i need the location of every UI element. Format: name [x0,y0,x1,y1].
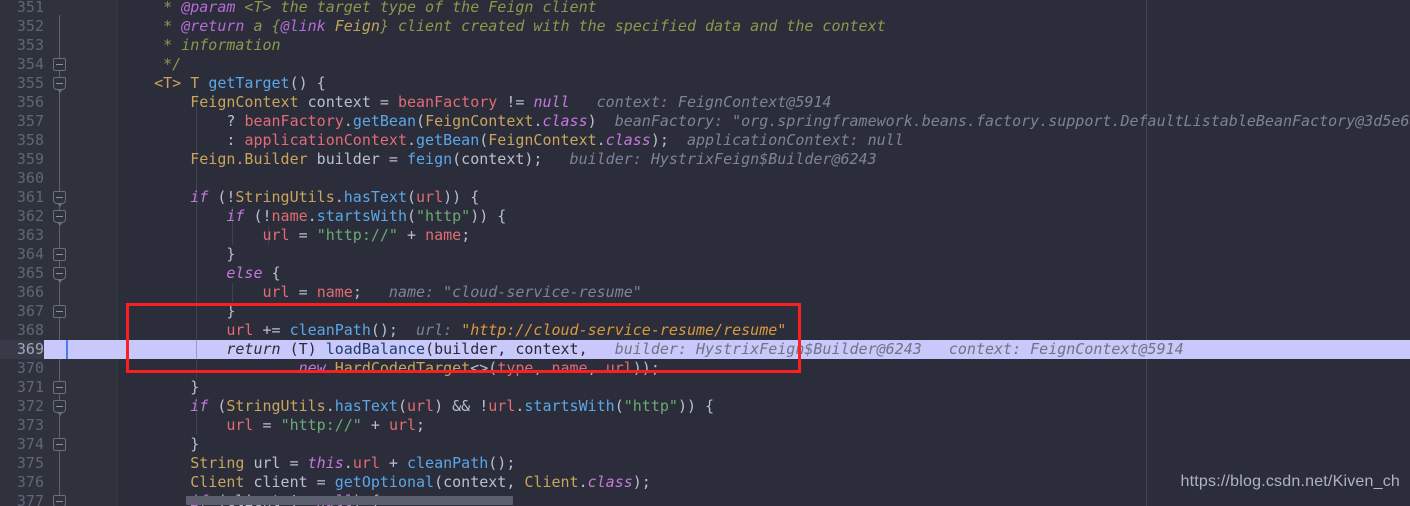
editor-line[interactable]: 356 FeignContext context = beanFactory !… [0,93,1410,113]
editor-line-highlighted[interactable]: 369 return (T) loadBalance(builder, cont… [0,340,1410,360]
line-content: return (T) loadBalance(builder, context,… [226,340,1184,358]
editor-line[interactable]: 359 Feign.Builder builder = feign(contex… [0,150,1410,170]
line-number: 372 [16,397,44,415]
line-content: url = "http://" + url; [226,416,426,434]
editor-line[interactable]: 371 } [0,378,1410,397]
line-number: 360 [16,169,44,187]
watermark-text: https://blog.csdn.net/Kiven_ch [1180,473,1400,490]
line-number: 359 [16,150,44,168]
line-content: if (!name.startsWith("http")) { [226,207,507,225]
line-number: 357 [16,112,44,130]
line-number: 365 [16,264,44,282]
line-number: 366 [16,283,44,301]
editor-line[interactable]: 373 url = "http://" + url; [0,416,1410,436]
line-number: 358 [16,131,44,149]
line-number: 355 [16,74,44,92]
line-content: } [118,378,200,396]
horizontal-scrollbar-thumb[interactable] [186,496,513,505]
line-number: 375 [16,454,44,472]
editor-line[interactable]: 363 url = "http://" + name; [0,226,1410,246]
editor-line[interactable]: 362 if (!name.startsWith("http")) { [0,207,1410,227]
line-content: <T> T getTarget() { [154,74,326,92]
line-content: if (StringUtils.hasText(url) && !url.sta… [190,397,715,415]
line-content: * information [118,36,281,54]
fold-marker-icon[interactable] [53,77,66,93]
editor-line[interactable]: 365 else { [0,264,1410,284]
fold-marker-icon[interactable] [53,248,66,261]
line-content: } [118,435,200,453]
line-number: 374 [16,435,44,453]
line-number: 368 [16,321,44,339]
editor-line[interactable]: 358 : applicationContext.getBean(FeignCo… [0,131,1410,151]
fold-marker-icon[interactable] [53,58,66,71]
line-content: */ [118,55,182,73]
line-content: } [118,302,236,320]
editor-line[interactable]: 375 String url = this.url + cleanPath(); [0,454,1410,473]
line-content: FeignContext context = beanFactory != nu… [190,93,832,111]
line-number: 370 [16,359,44,377]
line-content: Client client = getOptional(context, Cli… [190,473,651,491]
editor-line[interactable]: 364 } [0,245,1410,265]
fold-marker-icon[interactable] [53,381,66,394]
line-content: String url = this.url + cleanPath(); [190,454,516,472]
line-number: 377 [16,492,44,506]
line-number: 351 [16,0,44,16]
fold-marker-icon[interactable] [53,400,66,416]
editor-line[interactable]: 355 <T> T getTarget() { [0,74,1410,93]
editor-line[interactable]: 352 * @return a {@link Feign} client cre… [0,17,1410,36]
line-number: 352 [16,17,44,35]
indent-guide [196,169,197,189]
fold-marker-icon[interactable] [53,267,66,283]
line-number: 356 [16,93,44,111]
editor-line[interactable]: 367 } [0,302,1410,322]
editor-line[interactable]: 354 */ [0,55,1410,74]
editor-line[interactable]: 357 ? beanFactory.getBean(FeignContext.c… [0,112,1410,132]
line-number: 376 [16,473,44,491]
fold-marker-icon[interactable] [53,305,66,318]
line-number: 371 [16,378,44,396]
line-content: new HardCodedTarget<>(type, name, url)); [298,359,660,377]
line-number: 373 [16,416,44,434]
line-content: ? beanFactory.getBean(FeignContext.class… [118,112,1410,130]
line-content: url = "http://" + name; [262,226,471,244]
line-content: } [118,245,236,263]
fold-marker-icon[interactable] [53,495,66,506]
editor-line[interactable]: 366 url = name; name: "cloud-service-res… [0,283,1410,303]
editor-line[interactable]: 374 } [0,435,1410,454]
line-number: 363 [16,226,44,244]
execution-point-caret [66,340,68,360]
editor-line[interactable]: 360 [0,169,1410,189]
editor-line[interactable]: 368 url += cleanPath(); url: "http://clo… [0,321,1410,341]
fold-marker-icon[interactable] [53,191,66,207]
line-content: * @param <T> the target type of the Feig… [118,0,597,16]
line-content: url = name; name: "cloud-service-resume" [262,283,642,301]
line-number: 353 [16,36,44,54]
line-number: 364 [16,245,44,263]
line-content: * @return a {@link Feign} client created… [118,17,886,35]
line-content: : applicationContext.getBean(FeignContex… [118,131,904,149]
line-content: Feign.Builder builder = feign(context); … [190,150,877,168]
editor-line[interactable]: 361 if (!StringUtils.hasText(url)) { [0,188,1410,208]
editor-line[interactable]: 372 if (StringUtils.hasText(url) && !url… [0,397,1410,417]
line-content: url += cleanPath(); url: "http://cloud-s… [226,321,787,339]
line-content: else { [226,264,281,282]
fold-marker-icon[interactable] [53,438,66,451]
line-number: 361 [16,188,44,206]
editor-line[interactable]: 370 new HardCodedTarget<>(type, name, ur… [0,359,1410,379]
line-content: if (!StringUtils.hasText(url)) { [190,188,480,206]
line-number: 362 [16,207,44,225]
code-editor[interactable]: 351 * @param <T> the target type of the … [0,0,1410,506]
horizontal-scrollbar-track[interactable] [118,495,1410,506]
fold-marker-icon[interactable] [53,210,66,226]
editor-line[interactable]: 353 * information [0,36,1410,55]
line-number: 367 [16,302,44,320]
line-number: 354 [16,55,44,73]
line-number: 369 [0,340,44,360]
editor-line[interactable]: 351 * @param <T> the target type of the … [0,0,1410,17]
